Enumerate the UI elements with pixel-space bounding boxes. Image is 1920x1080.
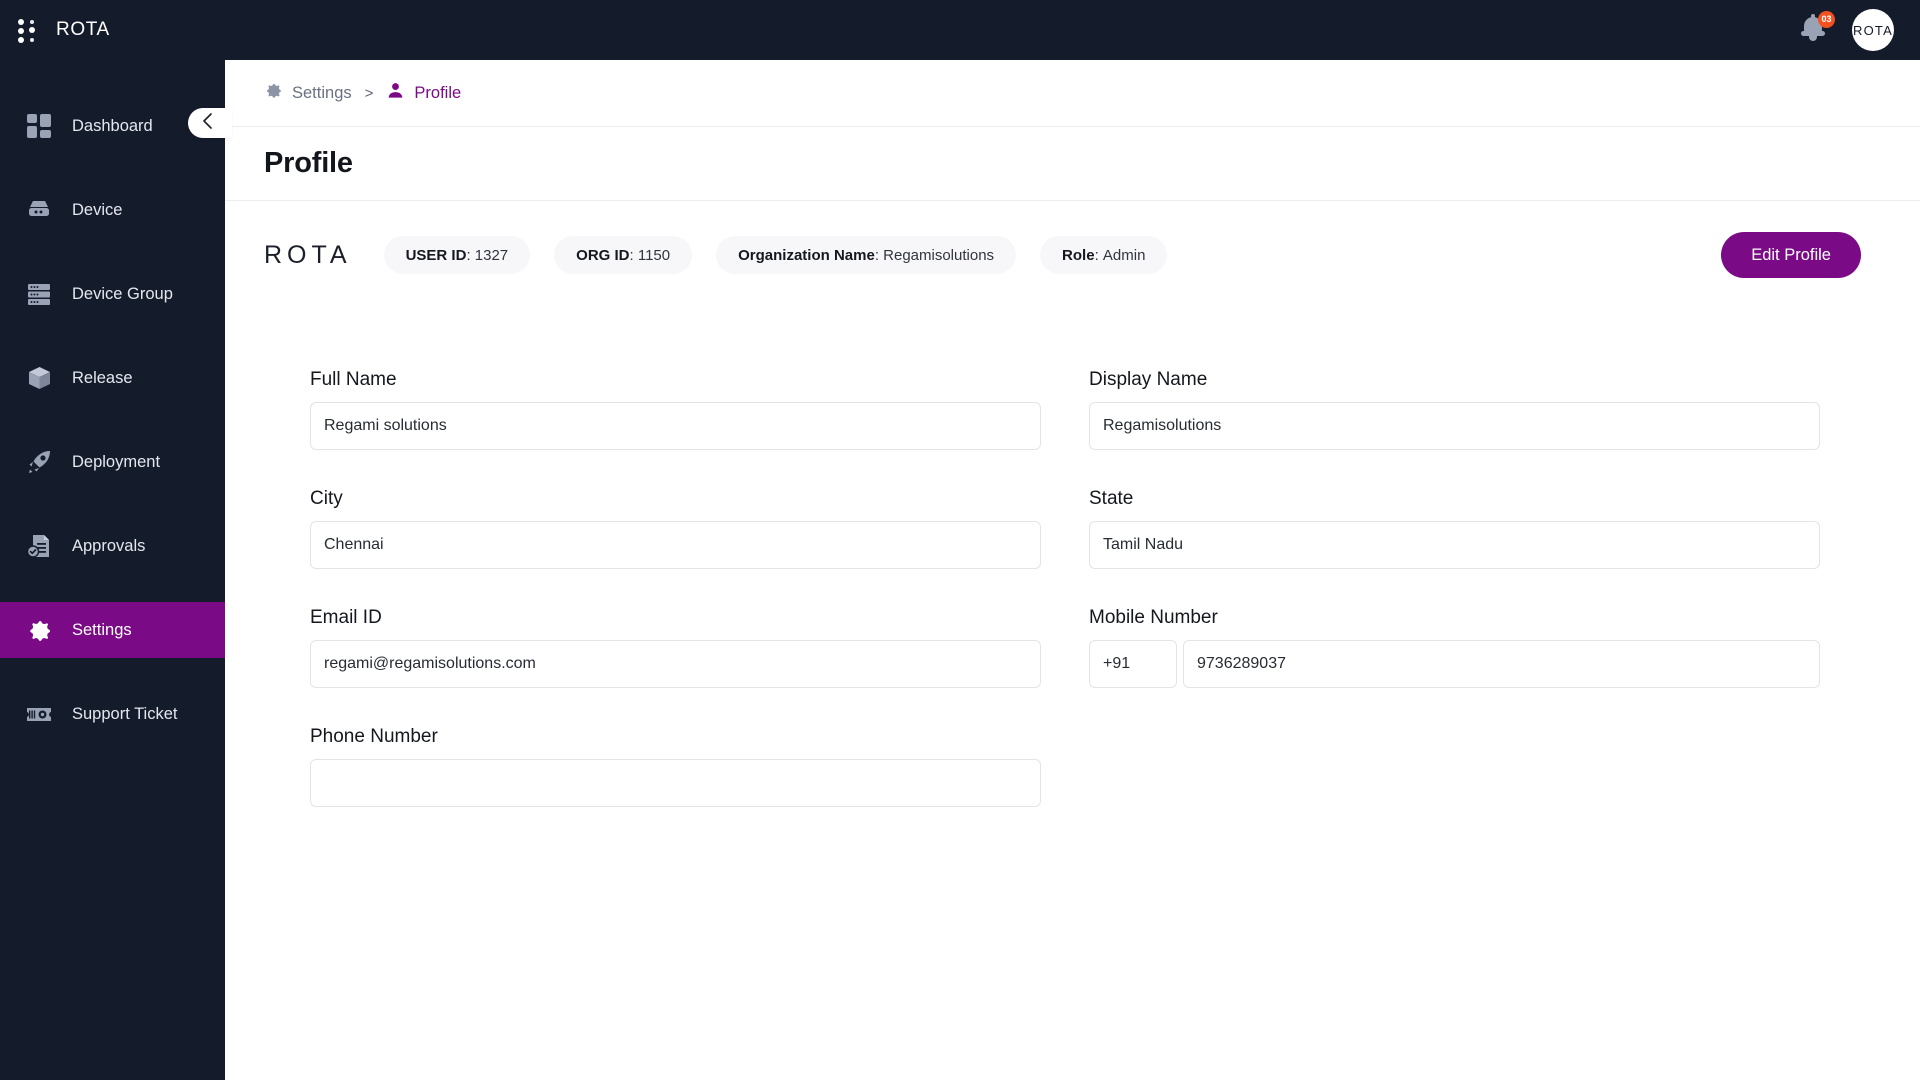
rocket-icon — [24, 447, 54, 477]
body-row: Dashboard Device Device Group Release De… — [0, 60, 1920, 1080]
field-label: Email ID — [310, 607, 382, 628]
breadcrumb-profile[interactable]: Profile — [386, 81, 461, 105]
grid-dots-icon[interactable] — [18, 17, 40, 43]
chip-value: Regamisolutions — [883, 246, 995, 264]
sidebar-item-label: Device — [72, 200, 123, 219]
chip-label: ORG ID — [576, 246, 630, 264]
app-root: ROTA 03 ROTA Dashboard Device Device Gro… — [0, 0, 1920, 1080]
sidebar-collapse-button[interactable] — [188, 108, 232, 138]
breadcrumb-settings[interactable]: Settings — [264, 81, 352, 105]
sidebar-item-device[interactable]: Device — [0, 182, 225, 238]
display-name-input[interactable]: Regamisolutions — [1089, 402, 1820, 450]
sidebar-item-label: Approvals — [72, 536, 146, 555]
city-input[interactable]: Chennai — [310, 521, 1041, 569]
field-label: Full Name — [310, 369, 397, 390]
release-box-icon — [24, 363, 54, 393]
mobile-country-code[interactable]: +91 — [1089, 640, 1177, 688]
sidebar-item-deployment[interactable]: Deployment — [0, 434, 225, 490]
edit-profile-button[interactable]: Edit Profile — [1721, 232, 1861, 278]
breadcrumb-settings-label: Settings — [292, 83, 352, 102]
avatar-label: ROTA — [1853, 22, 1893, 38]
mobile-number-input[interactable]: 9736289037 — [1183, 640, 1820, 688]
profile-info-bar: ROTA USER ID: 1327 ORG ID: 1150 Organiza… — [225, 201, 1920, 309]
rota-logo-text: ROTA — [264, 240, 352, 269]
field-state: State Tamil Nadu — [1089, 488, 1820, 569]
sidebar-item-release[interactable]: Release — [0, 350, 225, 406]
device-group-icon — [24, 279, 54, 309]
sidebar-item-label: Dashboard — [72, 116, 153, 135]
device-icon — [24, 195, 54, 225]
approvals-icon — [24, 531, 54, 561]
bell-icon[interactable]: 03 — [1800, 11, 1835, 46]
brand-area: ROTA — [18, 17, 110, 43]
profile-form: Full Name Regami solutions Display Name … — [225, 309, 1920, 1080]
field-label: Phone Number — [310, 726, 438, 747]
chip-value: 1327 — [474, 246, 509, 264]
breadcrumb-profile-label: Profile — [414, 83, 462, 102]
chip-organization-name: Organization Name: Regamisolutions — [716, 236, 1017, 274]
sidebar-item-label: Release — [72, 368, 133, 387]
chip-label: Role — [1062, 246, 1095, 264]
dashboard-icon — [24, 111, 54, 141]
breadcrumb: Settings > Profile — [225, 60, 1920, 127]
sidebar-item-label: Deployment — [72, 452, 161, 471]
field-mobile-number: Mobile Number +91 9736289037 — [1089, 607, 1820, 688]
state-input[interactable]: Tamil Nadu — [1089, 521, 1820, 569]
chip-label: Organization Name — [738, 246, 875, 264]
sidebar-item-device-group[interactable]: Device Group — [0, 266, 225, 322]
profile-form-grid: Full Name Regami solutions Display Name … — [264, 369, 1861, 845]
main-content: Settings > Profile Profile ROTA USER ID:… — [225, 60, 1920, 1080]
field-phone-number: Phone Number — [310, 726, 1041, 807]
phone-number-input[interactable] — [310, 759, 1041, 807]
sidebar: Dashboard Device Device Group Release De… — [0, 60, 225, 1080]
form-grid-filler — [1089, 726, 1820, 845]
field-full-name: Full Name Regami solutions — [310, 369, 1041, 450]
chip-label: USER ID — [405, 246, 467, 264]
chevron-left-icon — [201, 112, 220, 135]
chip-value: 1150 — [637, 246, 671, 264]
email-id-input[interactable]: regami@regamisolutions.com — [310, 640, 1041, 688]
full-name-input[interactable]: Regami solutions — [310, 402, 1041, 450]
mobile-number-group: +91 9736289037 — [1089, 640, 1820, 688]
sidebar-item-approvals[interactable]: Approvals — [0, 518, 225, 574]
page-title-row: Profile — [225, 127, 1920, 201]
sidebar-item-label: Support Ticket — [72, 704, 178, 723]
field-city: City Chennai — [310, 488, 1041, 569]
page-title: Profile — [264, 147, 353, 179]
field-label: Mobile Number — [1089, 607, 1218, 628]
field-display-name: Display Name Regamisolutions — [1089, 369, 1820, 450]
sidebar-item-settings[interactable]: Settings — [0, 602, 225, 658]
brand-name: ROTA — [56, 19, 110, 40]
chip-user-id: USER ID: 1327 — [383, 236, 531, 274]
notification-badge: 03 — [1818, 11, 1835, 28]
field-label: City — [310, 488, 343, 509]
field-label: State — [1089, 488, 1134, 509]
chip-role: Role: Admin — [1040, 236, 1168, 274]
top-bar: ROTA 03 ROTA — [0, 0, 1920, 60]
sidebar-item-label: Device Group — [72, 284, 173, 303]
field-label: Display Name — [1089, 369, 1208, 390]
topbar-actions: 03 ROTA — [1800, 9, 1894, 51]
chip-value: Admin — [1102, 246, 1146, 264]
sidebar-item-label: Settings — [72, 620, 132, 639]
gear-icon — [24, 615, 54, 645]
field-email-id: Email ID regami@regamisolutions.com — [310, 607, 1041, 688]
ticket-icon — [24, 699, 54, 729]
gear-icon — [264, 81, 283, 105]
breadcrumb-separator: > — [364, 84, 374, 102]
avatar[interactable]: ROTA — [1852, 9, 1894, 51]
user-icon — [386, 81, 405, 105]
sidebar-item-support-ticket[interactable]: Support Ticket — [0, 686, 225, 742]
chip-org-id: ORG ID: 1150 — [554, 236, 693, 274]
